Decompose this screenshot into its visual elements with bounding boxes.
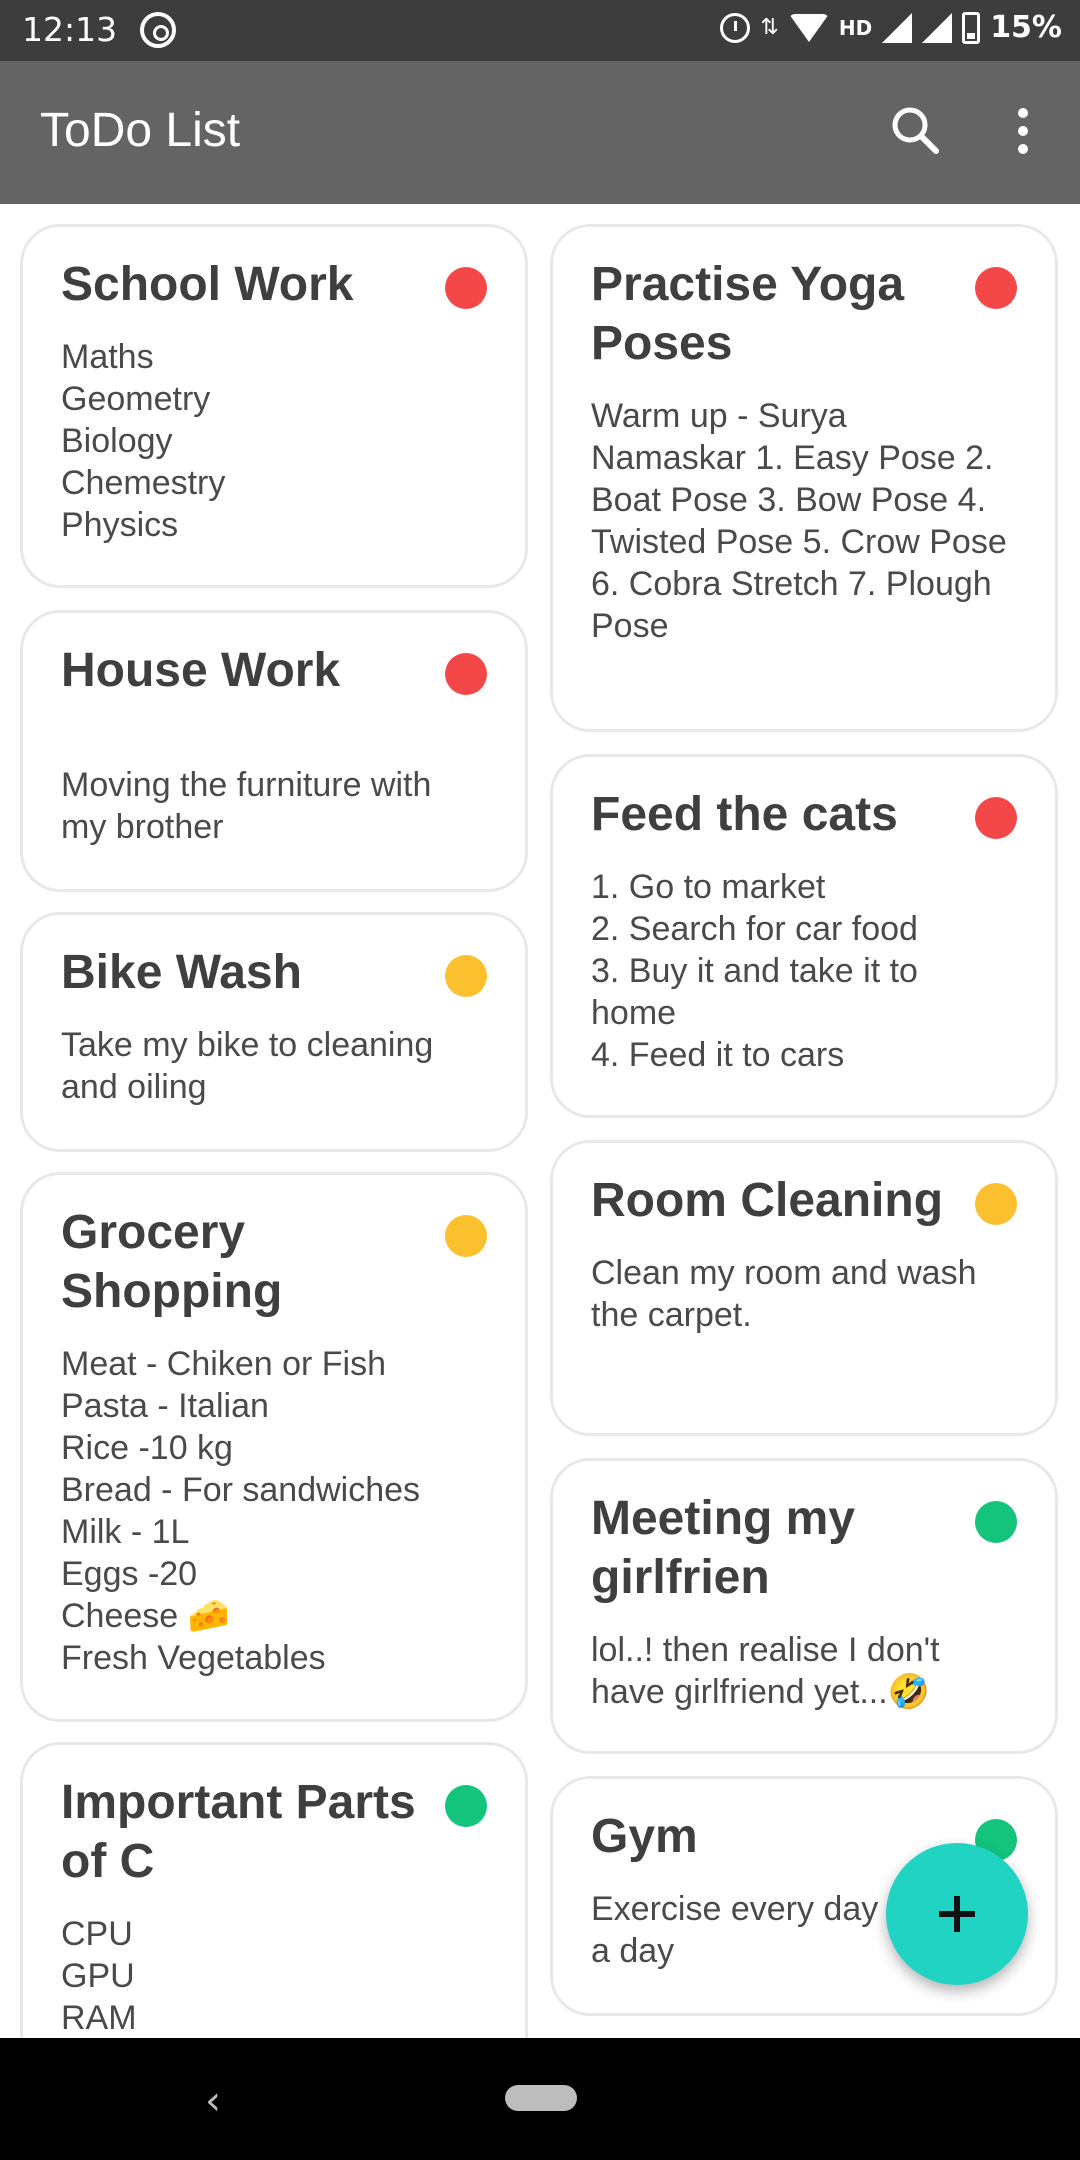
note-body: lol..! then realise I don't have girlfri… [591,1631,940,1711]
note-card[interactable]: House Work Moving the furniture with my … [20,610,528,892]
note-card[interactable]: Room Cleaning Clean my room and wash the… [550,1140,1058,1436]
priority-dot-high [975,797,1017,839]
note-title: Gym [591,1810,698,1863]
more-vert-icon[interactable] [1000,101,1050,161]
priority-dot-medium [975,1183,1017,1225]
note-body: Warm up - Surya Namaskar 1. Easy Pose 2.… [591,397,1007,645]
status-time: 12:13 [22,10,118,49]
priority-dot-high [445,653,487,695]
note-title: Grocery Shopping [61,1206,283,1318]
battery-icon [962,11,981,44]
priority-dot-high [975,267,1017,309]
note-card[interactable]: Meeting my girlfrien lol..! then realise… [550,1458,1058,1754]
signal-icon-2 [922,12,953,43]
priority-dot-low [975,1501,1017,1543]
app-bar: ToDo List [0,61,1080,204]
app-title: ToDo List [40,104,241,157]
add-note-button[interactable] [886,1843,1028,1985]
note-body: Meat - Chiken or Fish Pasta - Italian Ri… [61,1345,421,1677]
battery-percent: 15% [990,10,1062,45]
status-icons: ⇅ HD 15% [720,10,1062,45]
priority-dot-high [445,267,487,309]
note-title: Feed the cats [591,788,898,841]
note-body: 1. Go to market 2. Search for car food 3… [591,868,918,1074]
note-body: Clean my room and wash the carpet. [591,1254,977,1334]
alarm-icon [720,12,751,43]
at-sign-icon [140,12,176,48]
note-card[interactable]: Bike Wash Take my bike to cleaning and o… [20,912,528,1152]
search-icon[interactable] [886,101,946,161]
note-card[interactable]: School Work Maths Geometry Biology Cheme… [20,224,528,588]
note-body: Moving the furniture with my brother [61,766,432,846]
priority-dot-medium [445,1215,487,1257]
back-icon[interactable]: ‹ [205,2078,221,2124]
priority-dot-medium [445,955,487,997]
status-bar: 12:13 ⇅ HD 15% [0,0,1080,61]
signal-icon [882,12,913,43]
note-title: Meeting my girlfrien [591,1492,856,1604]
wifi-icon [788,13,829,42]
note-title: School Work [61,258,354,311]
nav-bar: ‹ [0,2038,1080,2160]
note-body: Maths Geometry Biology Chemestry Physics [61,338,226,544]
note-title: Bike Wash [61,946,302,999]
note-body: CPU GPU RAM [61,1915,137,2037]
note-card[interactable]: Feed the cats 1. Go to market 2. Search … [550,754,1058,1118]
note-title: Practise Yoga Poses [591,258,905,370]
network-type: HD [838,15,873,40]
home-pill-icon[interactable] [505,2085,577,2111]
note-card[interactable]: Grocery Shopping Meat - Chiken or Fish P… [20,1172,528,1722]
plus-icon [939,1896,975,1932]
note-title: Room Cleaning [591,1174,944,1227]
note-title: Important Parts of C [61,1776,416,1888]
note-title: House Work [61,644,341,697]
data-arrows-icon: ⇅ [760,14,779,40]
notes-grid: School Work Maths Geometry Biology Cheme… [0,204,1080,2038]
priority-dot-low [445,1785,487,1827]
note-body: Take my bike to cleaning and oiling [61,1026,434,1106]
note-card[interactable]: Important Parts of C CPU GPU RAM [20,1742,528,2038]
note-card[interactable]: Practise Yoga Poses Warm up - Surya Nama… [550,224,1058,732]
